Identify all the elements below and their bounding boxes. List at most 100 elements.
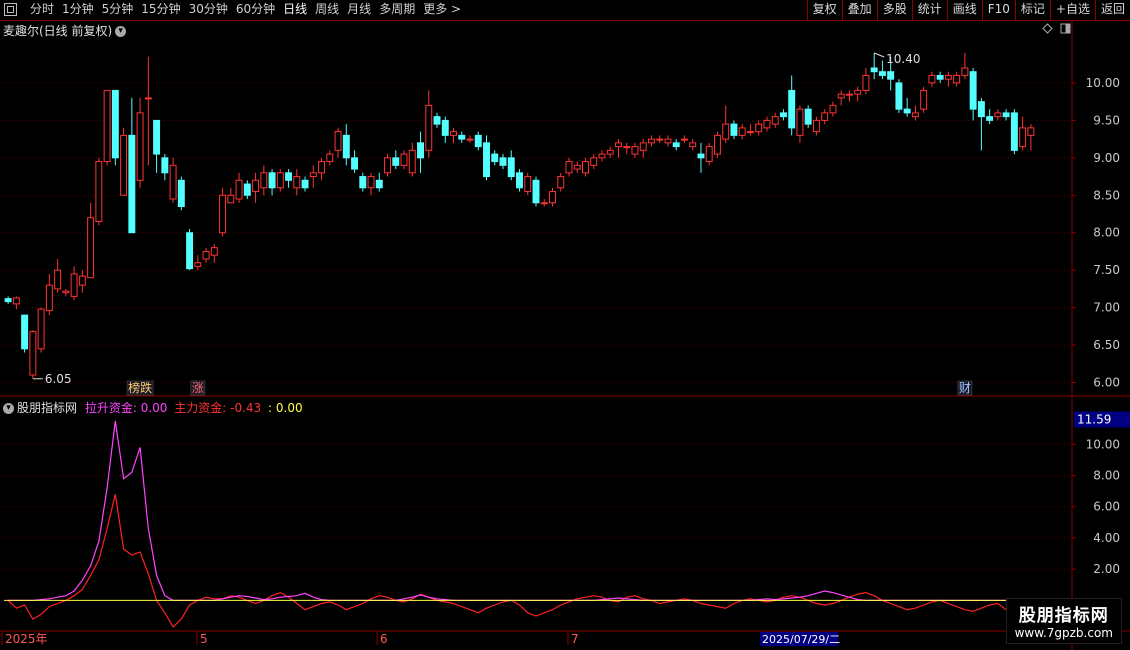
low-label: 6.05 bbox=[45, 372, 72, 386]
candle-body-up bbox=[450, 131, 457, 136]
tab-more[interactable]: 更多 > bbox=[419, 0, 465, 20]
window-icon[interactable] bbox=[1060, 23, 1071, 34]
candle-body-up bbox=[862, 74, 870, 91]
candle-body-up bbox=[911, 112, 919, 118]
candle-body-up bbox=[557, 176, 565, 189]
candle-body-up bbox=[235, 179, 243, 200]
period-tabs: 分时 1分钟 5分钟 15分钟 30分钟 60分钟 日线 周线 月线 多周期 更… bbox=[26, 0, 465, 20]
price-tick-label: 8.50 bbox=[1093, 188, 1120, 202]
event-marker-label: 涨 bbox=[192, 380, 204, 395]
candle-body-up bbox=[961, 67, 969, 76]
diamond-icon[interactable] bbox=[1042, 23, 1053, 34]
candle-body-up bbox=[252, 179, 260, 193]
candle-body-up bbox=[722, 123, 730, 140]
candle-body-down bbox=[895, 82, 903, 110]
candle-body-up bbox=[738, 127, 746, 136]
candle-body-up bbox=[647, 138, 655, 144]
candle-body-down bbox=[788, 89, 796, 129]
candle-body-down bbox=[21, 314, 29, 350]
tab-period[interactable]: 5分钟 bbox=[98, 0, 138, 20]
tab-period-daily[interactable]: 日线 bbox=[279, 0, 311, 20]
tab-period[interactable]: 30分钟 bbox=[185, 0, 232, 20]
candle-body-down bbox=[285, 172, 293, 181]
cursor-date-box bbox=[760, 632, 838, 646]
candle-body-up bbox=[309, 172, 317, 178]
candle-body-up bbox=[821, 112, 829, 121]
candle-body-down bbox=[532, 179, 540, 204]
candle-body-down bbox=[458, 134, 466, 140]
indicator-tick-label: 6.00 bbox=[1093, 500, 1120, 514]
f10-button[interactable]: F10 bbox=[981, 0, 1015, 20]
date-label: 5 bbox=[200, 632, 208, 646]
candle-body-up bbox=[136, 112, 144, 181]
candle-body-down bbox=[474, 134, 482, 148]
chevron-down-icon[interactable]: ▾ bbox=[115, 26, 127, 37]
candle-body-up bbox=[854, 89, 862, 95]
tab-period[interactable]: 周线 bbox=[311, 0, 343, 20]
candle-body-up bbox=[656, 138, 664, 141]
candle-body-up bbox=[37, 308, 45, 350]
main-pane-title: 麦趣尔(日线 前复权) ▾ bbox=[3, 22, 127, 39]
candle-body-up bbox=[713, 134, 721, 155]
candle-body-down bbox=[870, 67, 878, 73]
event-marker-box bbox=[957, 380, 973, 396]
candle-body-up bbox=[598, 153, 606, 159]
candle-body-up bbox=[62, 290, 70, 294]
candle-body-down bbox=[969, 71, 977, 110]
candle-body-up bbox=[210, 247, 218, 256]
candle-body-down bbox=[177, 179, 185, 208]
price-tick-label: 6.50 bbox=[1093, 338, 1120, 352]
tab-period[interactable]: 60分钟 bbox=[232, 0, 279, 20]
date-label: 2025年 bbox=[5, 632, 48, 646]
date-label: 6 bbox=[380, 632, 388, 646]
chart-grid bbox=[0, 82, 1072, 570]
tab-period[interactable]: 月线 bbox=[343, 0, 375, 20]
tab-period[interactable]: 15分钟 bbox=[137, 0, 184, 20]
candles bbox=[4, 52, 1035, 379]
tab-period[interactable]: 1分钟 bbox=[58, 0, 98, 20]
candle-body-up bbox=[615, 142, 622, 148]
candle-body-up bbox=[606, 149, 614, 155]
candle-body-up bbox=[565, 161, 573, 174]
chart-markers: 10.40 6.05 榜跌 涨 财 bbox=[32, 52, 973, 396]
price-tick-label: 9.00 bbox=[1093, 151, 1120, 165]
tab-period[interactable]: 多周期 bbox=[375, 0, 419, 20]
candle-body-up bbox=[829, 104, 837, 114]
event-marker-label: 财 bbox=[959, 381, 971, 395]
add-watchlist-button[interactable]: +自选 bbox=[1049, 0, 1095, 20]
price-tick-label: 9.50 bbox=[1093, 113, 1120, 127]
candle-body-up bbox=[573, 164, 581, 170]
candle-body-up bbox=[928, 74, 936, 84]
back-button[interactable]: 返回 bbox=[1094, 0, 1130, 20]
candle-body-down bbox=[153, 119, 161, 155]
candle-body-up bbox=[276, 172, 284, 189]
candle-body-down bbox=[887, 71, 895, 80]
watermark-url: www.7gpzb.com bbox=[1014, 626, 1113, 640]
candle-body-up bbox=[120, 134, 128, 196]
candle-body-down bbox=[433, 116, 441, 125]
chart-frame bbox=[0, 20, 1130, 650]
draw-button[interactable]: 画线 bbox=[946, 0, 982, 20]
overlay-button[interactable]: 叠加 bbox=[841, 0, 877, 20]
candle-body-down bbox=[1010, 112, 1018, 151]
chevron-down-icon[interactable]: ▾ bbox=[3, 403, 14, 414]
candle-body-up bbox=[944, 74, 952, 80]
candle-body-up bbox=[746, 131, 754, 134]
stats-button[interactable]: 统计 bbox=[911, 0, 947, 20]
adjust-button[interactable]: 复权 bbox=[806, 0, 842, 20]
indicator-title-row: ▾ 股朋指标网 拉升资金: 0.00 主力资金: -0.43 : 0.00 bbox=[3, 399, 303, 416]
indicator-name: 股朋指标网 bbox=[17, 401, 78, 415]
watermark: 股朋指标网 www.7gpzb.com bbox=[1005, 598, 1122, 644]
candle-body-up bbox=[582, 161, 589, 174]
candle-body-down bbox=[878, 71, 886, 76]
event-marker-box bbox=[126, 380, 154, 396]
layout-grid-icon[interactable] bbox=[4, 3, 17, 16]
candle-body-down bbox=[730, 123, 738, 136]
tab-period[interactable]: 分时 bbox=[26, 0, 58, 20]
multi-stock-button[interactable]: 多股 bbox=[876, 0, 912, 20]
candle-body-up bbox=[796, 108, 804, 136]
main-fund-label: 主力资金: bbox=[174, 401, 227, 415]
candle-body-up bbox=[771, 116, 779, 125]
mark-button[interactable]: 标记 bbox=[1014, 0, 1050, 20]
candle-body-down bbox=[359, 176, 367, 189]
